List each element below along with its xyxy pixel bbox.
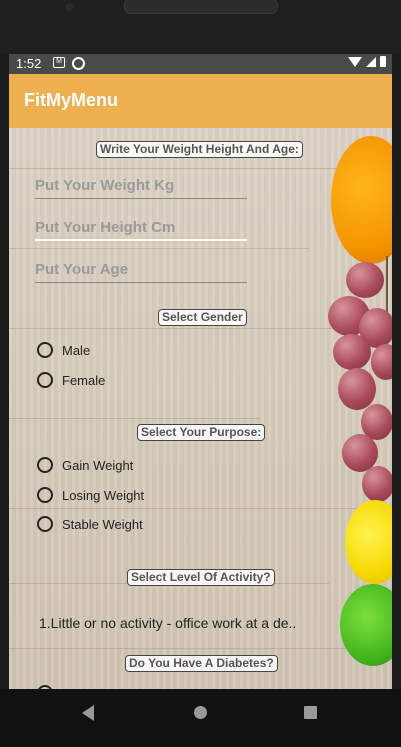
nav-bar bbox=[0, 689, 401, 747]
form-content[interactable]: Write Your Weight Height And Age: Select… bbox=[9, 128, 392, 689]
battery-icon bbox=[380, 56, 386, 67]
age-input[interactable] bbox=[35, 257, 247, 283]
radio-label: Losing Weight bbox=[62, 487, 145, 503]
radio-button[interactable] bbox=[37, 342, 53, 358]
grape-image bbox=[338, 368, 376, 410]
wood-grain bbox=[9, 508, 392, 509]
radio-label: Stable Weight bbox=[62, 516, 143, 532]
gender-option-female[interactable]: Female bbox=[37, 370, 105, 390]
lime-image bbox=[340, 584, 392, 666]
back-icon[interactable] bbox=[82, 705, 94, 721]
wood-grain bbox=[9, 168, 392, 169]
grape-image bbox=[371, 344, 392, 380]
measurements-label: Write Your Weight Height And Age: bbox=[96, 141, 303, 158]
app-title: FitMyMenu bbox=[24, 90, 118, 110]
activity-label: Select Level Of Activity? bbox=[127, 569, 275, 586]
radio-button[interactable] bbox=[37, 457, 53, 473]
status-bar: 1:52 M bbox=[9, 54, 392, 74]
radio-button[interactable] bbox=[37, 372, 53, 388]
grape-image bbox=[346, 262, 384, 298]
purpose-option-gain[interactable]: Gain Weight bbox=[37, 455, 133, 475]
wood-grain bbox=[9, 418, 259, 419]
status-time: 1:52 bbox=[16, 56, 42, 71]
radio-button[interactable] bbox=[37, 516, 53, 532]
diabetes-label: Do You Have A Diabetes? bbox=[125, 655, 278, 672]
front-camera bbox=[65, 3, 73, 11]
status-right-icons bbox=[348, 56, 386, 67]
radio-label: Male bbox=[62, 342, 91, 358]
gender-option-male[interactable]: Male bbox=[37, 340, 90, 360]
signal-icon bbox=[366, 56, 376, 67]
wifi-icon bbox=[348, 56, 362, 67]
radio-button[interactable] bbox=[37, 487, 53, 503]
radio-label: Female bbox=[62, 372, 106, 388]
purpose-label: Select Your Purpose: bbox=[137, 424, 266, 441]
gmail-icon: M bbox=[53, 57, 65, 68]
gender-label: Select Gender bbox=[158, 309, 247, 326]
home-icon[interactable] bbox=[194, 706, 207, 719]
grape-image bbox=[333, 334, 371, 370]
radio-label: Gain Weight bbox=[62, 457, 134, 473]
height-input[interactable] bbox=[35, 215, 247, 241]
weight-input[interactable] bbox=[35, 173, 247, 199]
wood-grain bbox=[9, 648, 392, 649]
purpose-option-stable[interactable]: Stable Weight bbox=[37, 514, 143, 534]
phone-top-bezel bbox=[0, 0, 401, 54]
recent-apps-icon[interactable] bbox=[304, 706, 317, 719]
grape-image bbox=[362, 466, 392, 502]
activity-spinner[interactable]: 1.Little or no activity - office work at… bbox=[39, 615, 296, 631]
orange-image bbox=[331, 136, 392, 264]
app-bar: FitMyMenu bbox=[9, 74, 392, 128]
sync-icon bbox=[72, 57, 85, 70]
purpose-option-losing[interactable]: Losing Weight bbox=[37, 485, 144, 505]
screen: 1:52 M FitMyMenu Write Your Weight Heigh… bbox=[9, 54, 392, 689]
wood-grain bbox=[9, 248, 309, 249]
lemon-image bbox=[345, 500, 392, 584]
earpiece-speaker bbox=[124, 0, 278, 14]
